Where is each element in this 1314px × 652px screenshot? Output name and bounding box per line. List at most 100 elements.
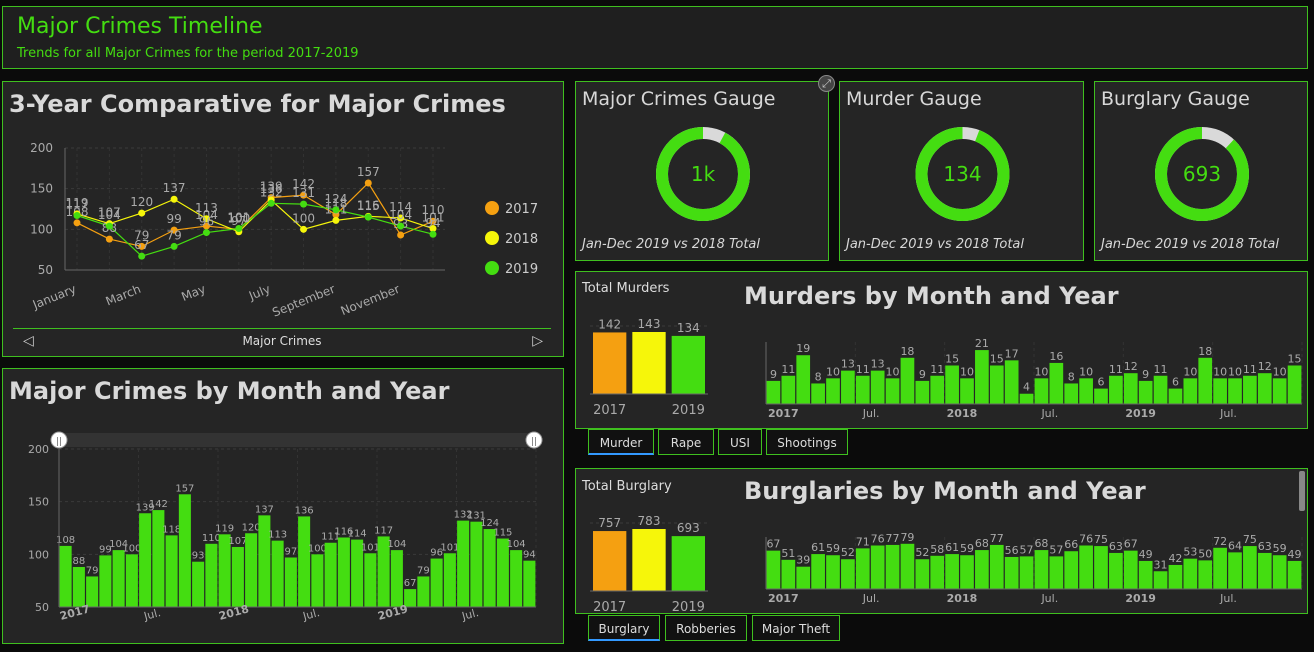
data-label: 9	[1142, 368, 1149, 381]
data-label: 17	[1005, 347, 1019, 360]
data-label: 76	[1079, 532, 1093, 545]
bar	[510, 550, 523, 607]
y-tick-label: 100	[28, 548, 49, 561]
data-label: 10	[1213, 365, 1227, 378]
tab-usi[interactable]: USI	[718, 429, 762, 455]
data-point	[300, 200, 308, 208]
data-label: 104	[389, 208, 412, 222]
data-label: 96	[199, 215, 214, 229]
bar	[1287, 560, 1302, 589]
x-tick-label: 2019	[672, 600, 705, 615]
bar	[1213, 547, 1227, 589]
scrollbar-thumb[interactable]	[1299, 471, 1305, 511]
tab-burglary[interactable]: Burglary	[588, 615, 660, 641]
x-period-label: Jul.	[460, 606, 481, 623]
data-point	[332, 206, 340, 214]
major-crimes-gauge: 1k	[656, 127, 750, 221]
tab-robberies[interactable]: Robberies	[665, 615, 747, 641]
bar	[855, 375, 870, 404]
data-label: 79	[417, 565, 430, 576]
bar	[1138, 560, 1153, 589]
data-point	[300, 225, 308, 233]
x-period-label: Jul.	[1219, 407, 1237, 420]
data-label: 10	[1228, 365, 1242, 378]
data-label: 142	[149, 499, 168, 510]
data-label: 115	[493, 528, 512, 539]
data-label: 113	[195, 201, 218, 215]
comparative-nav-label: Major Crimes	[242, 334, 322, 348]
bar	[945, 554, 959, 589]
data-label: 101	[361, 542, 380, 553]
data-label: 61	[945, 541, 959, 554]
bar	[632, 529, 666, 591]
data-label: 63	[1258, 540, 1272, 553]
data-label: 58	[930, 543, 944, 556]
gauge-footer: Jan-Dec 2019 vs 2018 Total	[1101, 237, 1280, 252]
bar	[298, 516, 311, 607]
bar	[125, 554, 138, 607]
data-label: 6	[1098, 376, 1105, 389]
bar	[930, 555, 945, 589]
tab-rape[interactable]: Rape	[658, 429, 714, 455]
data-label: 137	[163, 181, 186, 195]
bar	[205, 543, 218, 607]
data-label: 8	[1068, 370, 1075, 383]
data-label: 131	[292, 186, 315, 200]
data-label: 88	[73, 556, 86, 567]
data-label: 71	[856, 535, 870, 548]
bar	[811, 554, 825, 589]
bar	[1183, 378, 1198, 404]
bar	[1064, 551, 1079, 589]
data-label: 68	[975, 537, 989, 550]
bar	[1094, 546, 1108, 589]
data-label: 75	[1243, 533, 1257, 546]
nav-next-icon[interactable]: ▷	[532, 333, 543, 349]
tab-major-theft[interactable]: Major Theft	[752, 615, 840, 641]
tab-murder[interactable]: Murder	[588, 429, 654, 455]
data-label: 104	[507, 539, 526, 550]
data-label: 56	[1005, 544, 1019, 557]
data-label: 115	[357, 199, 380, 213]
tab-shootings[interactable]: Shootings	[766, 429, 848, 455]
comparative-nav-bar: ◁ Major Crimes ▷	[13, 328, 551, 357]
bar	[178, 494, 191, 607]
bar	[766, 550, 781, 589]
expand-icon[interactable]: ⤢	[818, 75, 835, 92]
data-label: 12	[1124, 360, 1138, 373]
bar	[112, 550, 125, 607]
data-label: 57	[1049, 543, 1063, 556]
data-label: 52	[841, 546, 855, 559]
total-burglary-label: Total Burglary	[582, 479, 672, 494]
gauge-value: 1k	[691, 162, 716, 186]
bar	[1004, 360, 1019, 404]
bar	[1109, 375, 1123, 404]
legend-label: 2018	[505, 232, 538, 247]
data-point	[73, 212, 81, 220]
legend-marker	[485, 201, 499, 215]
data-point	[364, 179, 372, 187]
data-label: 134	[677, 321, 700, 335]
legend-label: 2019	[505, 262, 538, 277]
data-label: 693	[677, 521, 700, 535]
data-label: 15	[990, 352, 1004, 365]
x-period-label: Jul.	[1219, 592, 1237, 605]
x-period-label: Jul.	[862, 592, 880, 605]
bar	[99, 555, 112, 607]
data-label: 11	[1243, 363, 1257, 376]
bar	[430, 558, 443, 607]
bar	[593, 332, 627, 394]
x-tick-label: January	[30, 282, 78, 312]
data-label: 13	[871, 358, 885, 371]
bar	[885, 378, 900, 404]
data-label: 99	[166, 212, 181, 226]
data-label: 10	[1183, 365, 1197, 378]
bar	[1004, 556, 1019, 589]
bar	[1123, 550, 1138, 589]
x-period-label: Jul.	[1040, 592, 1058, 605]
data-point	[138, 209, 146, 217]
data-label: 10	[826, 365, 840, 378]
bar	[1153, 571, 1168, 589]
data-label: 67	[134, 238, 149, 252]
x-period-label: 2018	[947, 592, 978, 605]
data-point	[170, 242, 178, 250]
